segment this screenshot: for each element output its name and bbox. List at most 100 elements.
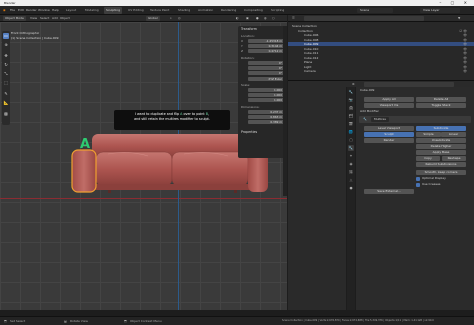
output-tab-icon[interactable]: 🖨 <box>348 105 354 111</box>
sidebar-n-panel: Transform Location: X -1.25318 m Y 0.314… <box>238 26 287 158</box>
scale-x-field[interactable]: 1.000 <box>248 88 284 92</box>
outliner-editor-icon[interactable]: ☰ <box>292 16 295 21</box>
reshape-button[interactable]: Reshape <box>442 156 466 161</box>
tab-uv-editing[interactable]: UV Editing <box>126 7 146 14</box>
toggle-stack-button[interactable]: Toggle Stack <box>416 103 466 108</box>
outliner-search-input[interactable] <box>304 16 424 21</box>
rotation-y-field[interactable]: 0° <box>248 66 284 70</box>
tab-texture-paint[interactable]: Texture Paint <box>148 7 171 14</box>
add-cube-icon[interactable]: ▩ <box>3 111 9 117</box>
snap-icon[interactable]: ⌖ <box>170 16 172 21</box>
dimensions-z-field[interactable]: 0.389 m <box>248 120 284 124</box>
copy-button[interactable]: Copy <box>416 156 440 161</box>
data-tab-icon[interactable]: △ <box>348 177 354 183</box>
shading-material-icon[interactable]: ◍ <box>264 16 267 21</box>
viewport-vis-button[interactable]: Viewport Vis <box>364 103 414 108</box>
physics-tab-icon[interactable]: ◉ <box>348 161 354 167</box>
tab-animation[interactable]: Animation <box>196 7 215 14</box>
select-box-icon[interactable]: ▭ <box>3 33 9 39</box>
delete-higher-button[interactable]: Delete Higher <box>416 144 466 149</box>
blender-logo-icon[interactable]: ◉ <box>3 7 6 14</box>
rebuild-subdivisions-button[interactable]: Rebuild Subdivisions <box>416 162 466 167</box>
shading-rendered-icon[interactable]: ○ <box>272 16 275 21</box>
linear-button[interactable]: Linear <box>441 132 466 137</box>
rotation-label: Rotation: <box>241 56 255 60</box>
tab-modeling[interactable]: Modeling <box>83 7 101 14</box>
measure-icon[interactable]: 📐 <box>3 100 9 106</box>
rotation-mode-select[interactable]: XYZ Euler <box>248 77 284 81</box>
tab-compositing[interactable]: Compositing <box>242 7 265 14</box>
rotation-z-field[interactable]: 0° <box>248 71 284 75</box>
delete-all-button[interactable]: Delete All <box>416 97 466 102</box>
menu-select[interactable]: Select <box>40 16 49 21</box>
material-tab-icon[interactable]: ● <box>348 185 354 191</box>
optimal-display-checkbox[interactable] <box>416 176 420 181</box>
cursor-icon[interactable]: ⊕ <box>3 42 9 48</box>
scale-y-field[interactable]: 1.000 <box>248 93 284 97</box>
filter-icon[interactable]: ▼ <box>458 16 460 21</box>
level-viewport-field[interactable]: Level Viewport <box>364 126 414 131</box>
tool-tab-icon[interactable]: 🔧 <box>348 89 354 95</box>
move-icon[interactable]: ✥ <box>3 53 9 59</box>
wrench-icon: 🔧 <box>363 117 367 121</box>
modifier-name-field[interactable]: Multires <box>371 117 389 122</box>
outliner-row[interactable]: Camera 👁 <box>288 69 474 73</box>
world-tab-icon[interactable]: 🌐 <box>348 129 354 135</box>
proportional-edit-icon[interactable]: ◎ <box>178 16 181 21</box>
scale-icon[interactable]: ⤡ <box>3 71 9 77</box>
dimensions-y-field[interactable]: 0.863 m <box>248 115 284 119</box>
annotate-icon[interactable]: ✎ <box>3 91 9 97</box>
tab-shading[interactable]: Shading <box>176 7 192 14</box>
menu-view[interactable]: View <box>30 16 37 21</box>
scene-tab-icon[interactable]: 🎬 <box>348 121 354 127</box>
simple-button[interactable]: Simple <box>416 132 441 137</box>
sidebar-tabs[interactable] <box>283 26 287 196</box>
sofa-base <box>88 184 256 190</box>
particles-tab-icon[interactable]: ✦ <box>348 153 354 159</box>
modifier-tab-icon[interactable]: 🔧 <box>348 145 354 151</box>
menu-file[interactable]: File <box>10 7 15 14</box>
tab-sculpting[interactable]: Sculpting <box>104 7 123 14</box>
apply-base-button[interactable]: Apply Base <box>416 150 466 155</box>
location-x-field[interactable]: -1.25318 m <box>248 39 284 43</box>
subdivide-button[interactable]: Subdivide <box>416 126 466 131</box>
view-layer-selector[interactable]: View Layer <box>420 8 460 13</box>
menu-window[interactable]: Window <box>38 7 50 14</box>
constraints-tab-icon[interactable]: ⛓ <box>348 169 354 175</box>
mode-selector[interactable]: Object Mode <box>3 16 26 21</box>
modifier-header[interactable]: 🔧 Multires <box>359 116 471 123</box>
save-external-button[interactable]: Save External... <box>364 189 414 194</box>
rotate-icon[interactable]: ↻ <box>3 62 9 68</box>
transform-icon[interactable]: ⬚ <box>3 80 9 86</box>
scene-selector[interactable]: Scene <box>357 8 393 13</box>
add-modifier-dropdown[interactable]: Add Modifier <box>360 109 379 114</box>
apply-all-button[interactable]: Apply All <box>364 97 414 102</box>
location-z-field[interactable]: 0.4712 m <box>248 49 284 53</box>
object-tab-icon[interactable]: ▢ <box>348 137 354 143</box>
scale-z-field[interactable]: 1.000 <box>248 98 284 102</box>
use-creases-checkbox[interactable] <box>416 182 420 187</box>
render-tab-icon[interactable]: 📷 <box>348 97 354 103</box>
sofa-arm-left-selected[interactable] <box>71 149 97 193</box>
menu-object[interactable]: Object <box>60 16 70 21</box>
tab-scripting[interactable]: Scripting <box>269 7 286 14</box>
xray-icon[interactable]: ▣ <box>246 16 249 21</box>
uv-smooth-select[interactable]: Smooth, keep corners <box>416 170 466 175</box>
dimensions-x-field[interactable]: 0.237 m <box>248 110 284 114</box>
tab-rendering[interactable]: Rendering <box>219 7 238 14</box>
rotation-x-field[interactable]: 0° <box>248 61 284 65</box>
menu-add[interactable]: Add <box>52 16 58 21</box>
sculpt-level-field[interactable]: Sculpt <box>364 132 414 137</box>
menu-render[interactable]: Render <box>26 7 37 14</box>
view-layer-tab-icon[interactable]: 🗂 <box>348 113 354 119</box>
render-level-field[interactable]: Render <box>364 138 414 143</box>
overlay-icon[interactable]: ◐ <box>236 16 239 21</box>
location-y-field[interactable]: 0.3144 m <box>248 44 284 48</box>
unsubdivide-button[interactable]: Unsubdivide <box>416 138 466 143</box>
menu-help[interactable]: Help <box>52 7 59 14</box>
orientation-selector[interactable]: Global <box>146 16 160 21</box>
shading-solid-icon[interactable]: ● <box>256 16 259 21</box>
tab-layout[interactable]: Layout <box>64 7 78 14</box>
3d-viewport[interactable]: Front Orthographic (1) Scene Collection … <box>0 22 287 310</box>
menu-edit[interactable]: Edit <box>18 7 24 14</box>
